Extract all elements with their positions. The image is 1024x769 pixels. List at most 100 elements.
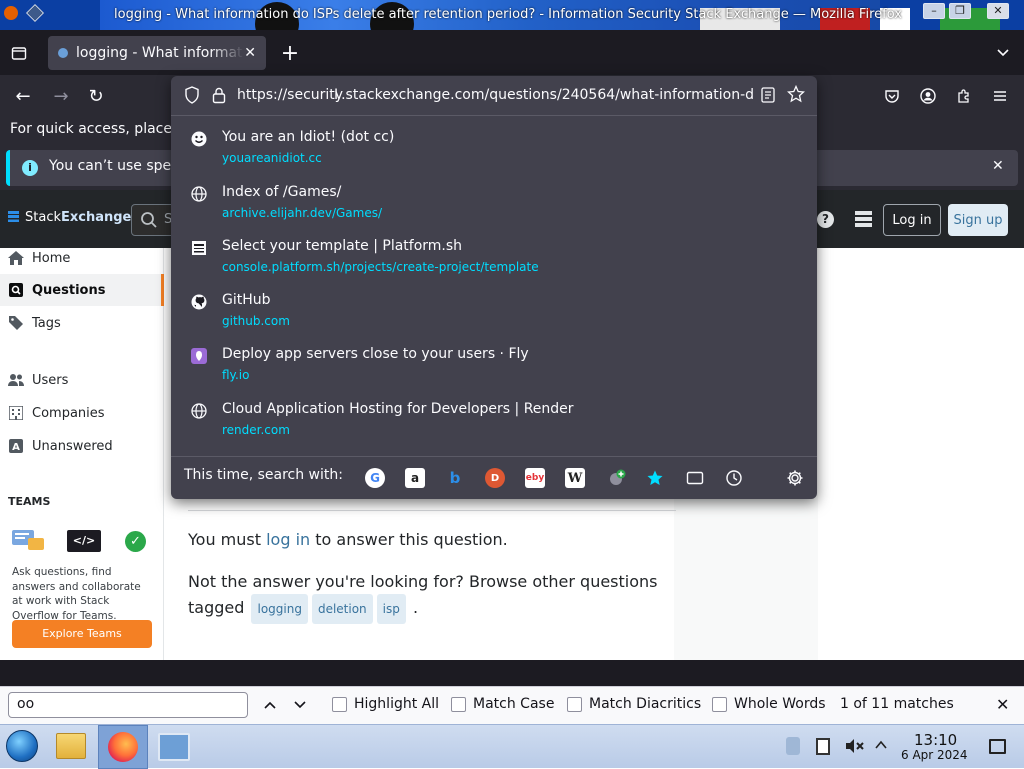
tabs-search-icon[interactable] bbox=[685, 468, 705, 488]
start-button-icon[interactable] bbox=[6, 730, 38, 762]
suggestion-row[interactable]: Select your template | Platform.sh conso… bbox=[171, 233, 817, 287]
suggestion-row[interactable]: You are an Idiot! (dot cc) youareanidiot… bbox=[171, 124, 817, 178]
suggestion-url: archive.elijahr.dev/Games/ bbox=[222, 206, 383, 220]
suggestion-row[interactable]: Deploy app servers close to your users ·… bbox=[171, 341, 817, 395]
tag-deletion[interactable]: deletion bbox=[311, 594, 373, 624]
search-with-label: This time, search with: bbox=[184, 467, 343, 483]
amazon-icon[interactable]: a bbox=[405, 468, 425, 488]
teams-header: TEAMS bbox=[8, 495, 51, 508]
system-monitor-icon[interactable] bbox=[158, 733, 190, 761]
left-sidebar: Home Questions Tags Users Companies A Un… bbox=[0, 248, 164, 660]
stackexchange-logo[interactable]: StackExchange bbox=[8, 210, 131, 225]
globe-icon bbox=[190, 185, 208, 203]
sidebar-item-companies[interactable]: Companies bbox=[8, 405, 105, 421]
sidebar-item-unanswered[interactable]: A Unanswered bbox=[8, 438, 113, 454]
volume-muted-icon[interactable] bbox=[844, 737, 864, 759]
bookmarks-search-icon[interactable] bbox=[645, 468, 665, 488]
hamburger-menu-icon[interactable] bbox=[989, 85, 1011, 107]
explore-teams-button[interactable]: Explore Teams bbox=[12, 620, 152, 648]
teams-code-icon: </> bbox=[67, 530, 101, 552]
unanswered-icon: A bbox=[8, 438, 24, 454]
network-icon[interactable] bbox=[786, 737, 800, 755]
bookmark-star-icon[interactable] bbox=[786, 84, 806, 107]
reader-view-icon[interactable] bbox=[761, 87, 775, 107]
tray-expand-icon[interactable] bbox=[874, 739, 888, 755]
suggestion-row[interactable]: Cloud Application Hosting for Developers… bbox=[171, 396, 817, 450]
close-window-button[interactable]: ✕ bbox=[987, 3, 1009, 19]
duckduckgo-icon[interactable]: D bbox=[485, 468, 505, 488]
tag-isp[interactable]: isp bbox=[376, 594, 406, 624]
notification-close-icon[interactable]: ✕ bbox=[992, 158, 1004, 174]
teams-check-icon: ✓ bbox=[125, 531, 146, 552]
info-icon: i bbox=[22, 160, 38, 176]
file-manager-icon[interactable] bbox=[56, 733, 86, 759]
find-input[interactable]: oo bbox=[8, 692, 248, 718]
users-icon bbox=[8, 372, 24, 388]
firefox-icon bbox=[108, 732, 138, 762]
sidebar-item-home[interactable]: Home bbox=[8, 250, 70, 266]
url-input[interactable]: https://security.stackexchange.com/quest… bbox=[237, 87, 755, 103]
help-icon[interactable]: ? bbox=[817, 211, 834, 228]
svg-text:A: A bbox=[12, 442, 20, 453]
add-engine-icon[interactable] bbox=[607, 468, 627, 488]
page-bottom-band bbox=[0, 660, 1024, 686]
suggestion-row[interactable]: Index of /Games/ archive.elijahr.dev/Gam… bbox=[171, 179, 817, 233]
login-link[interactable]: log in bbox=[266, 530, 310, 549]
forward-icon[interactable]: → bbox=[50, 85, 72, 107]
back-icon[interactable]: ← bbox=[12, 85, 34, 107]
checkbox-box bbox=[451, 696, 466, 712]
sidebar-item-label: Users bbox=[32, 372, 69, 388]
window-menu-icon[interactable] bbox=[26, 4, 44, 22]
suggestion-url: console.platform.sh/projects/create-proj… bbox=[222, 260, 539, 274]
suggestion-title: Index of /Games/ bbox=[222, 184, 342, 200]
tab-close-icon[interactable]: ✕ bbox=[244, 45, 256, 61]
suggestion-url: youareanidiot.cc bbox=[222, 151, 322, 165]
sidebar-item-questions[interactable]: Questions bbox=[0, 274, 164, 306]
tab-active[interactable]: logging - What informati ✕ bbox=[48, 36, 266, 70]
whole-words-checkbox[interactable]: Whole Words bbox=[712, 696, 826, 712]
find-previous-icon[interactable] bbox=[262, 697, 278, 717]
account-icon[interactable] bbox=[917, 85, 939, 107]
checkbox-box bbox=[332, 696, 347, 712]
browse-prompt: Not the answer you're looking for? Brows… bbox=[188, 570, 658, 624]
reload-icon[interactable]: ↻ bbox=[85, 85, 107, 107]
window-titlebar[interactable]: logging - What information do ISPs delet… bbox=[0, 0, 1024, 30]
find-close-icon[interactable]: ✕ bbox=[996, 695, 1009, 714]
firefox-taskbar-item[interactable] bbox=[98, 725, 148, 769]
signup-button[interactable]: Sign up bbox=[948, 204, 1008, 236]
find-next-icon[interactable] bbox=[292, 697, 308, 717]
maximize-button[interactable]: ❐ bbox=[949, 3, 971, 19]
find-bar: oo Highlight All Match Case Match Diacri… bbox=[0, 686, 1024, 724]
site-switcher-icon[interactable] bbox=[855, 211, 872, 227]
match-diacritics-checkbox[interactable]: Match Diacritics bbox=[567, 696, 701, 712]
tracking-protection-shield-icon[interactable] bbox=[184, 86, 200, 108]
tag-logging[interactable]: logging bbox=[251, 594, 308, 624]
sidebar-item-tags[interactable]: Tags bbox=[8, 315, 61, 331]
chevron-down-icon[interactable] bbox=[992, 42, 1014, 64]
ebay-icon[interactable]: eby bbox=[525, 468, 545, 488]
minimize-button[interactable]: – bbox=[923, 3, 945, 19]
new-tab-icon[interactable]: + bbox=[278, 41, 302, 66]
match-case-checkbox[interactable]: Match Case bbox=[451, 696, 554, 712]
bing-icon[interactable]: b bbox=[445, 468, 465, 488]
lock-icon[interactable] bbox=[212, 86, 226, 108]
google-icon[interactable]: G bbox=[365, 468, 385, 488]
extensions-icon[interactable] bbox=[953, 85, 975, 107]
highlight-all-checkbox[interactable]: Highlight All bbox=[332, 696, 439, 712]
pocket-icon[interactable] bbox=[881, 85, 903, 107]
clock-date: 6 Apr 2024 bbox=[901, 748, 968, 762]
globe-icon bbox=[190, 402, 208, 420]
text-cursor-icon: I bbox=[334, 87, 339, 103]
show-desktop-icon[interactable] bbox=[989, 739, 1006, 754]
suggestion-row[interactable]: GitHub github.com bbox=[171, 287, 817, 341]
history-search-icon[interactable] bbox=[724, 468, 744, 488]
login-button[interactable]: Log in bbox=[883, 204, 941, 236]
sidebar-item-label: Tags bbox=[32, 315, 61, 331]
checkbox-box bbox=[567, 696, 582, 712]
wikipedia-icon[interactable]: W bbox=[565, 468, 585, 488]
sidebar-item-users[interactable]: Users bbox=[8, 372, 68, 388]
list-all-tabs-icon[interactable] bbox=[8, 42, 30, 64]
firefox-window-icon bbox=[4, 6, 18, 20]
clipboard-icon[interactable] bbox=[816, 738, 830, 755]
gear-icon[interactable] bbox=[785, 468, 805, 488]
